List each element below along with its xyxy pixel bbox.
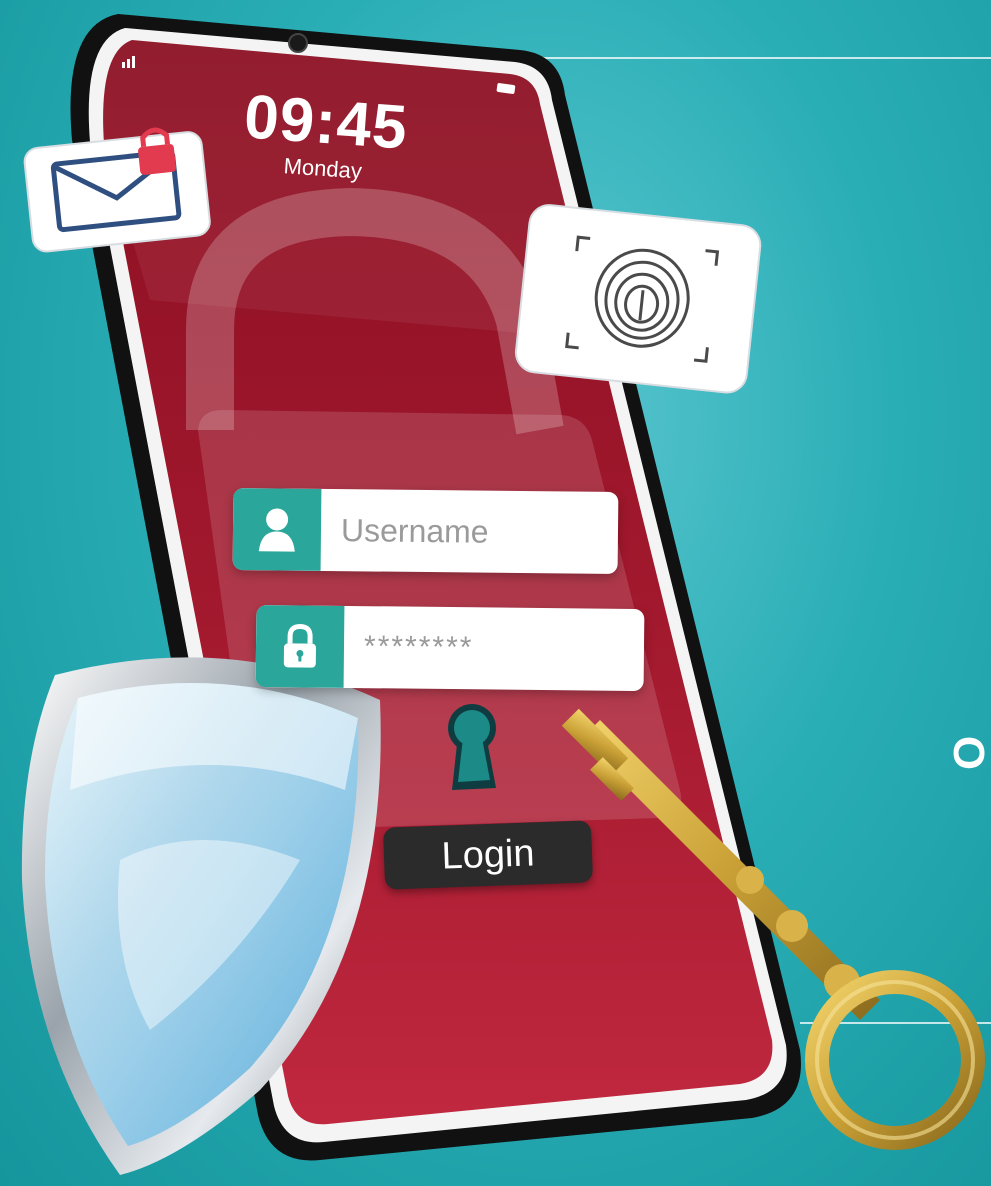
lock-screen-clock: 09:45 Monday [212, 82, 438, 189]
user-icon [232, 488, 322, 571]
fingerprint-icon [514, 204, 762, 394]
front-camera [288, 33, 308, 53]
locked-mail-icon [23, 127, 211, 253]
password-mask: ******** [363, 630, 474, 665]
password-field[interactable]: ******** [255, 605, 645, 692]
username-field[interactable]: Username [232, 488, 619, 575]
clock-time: 09:45 [242, 82, 411, 163]
side-text: O [945, 729, 985, 770]
login-button[interactable]: Login [382, 820, 594, 890]
illustration [21, 14, 985, 1175]
username-placeholder: Username [340, 511, 489, 550]
lock-icon [255, 605, 345, 688]
